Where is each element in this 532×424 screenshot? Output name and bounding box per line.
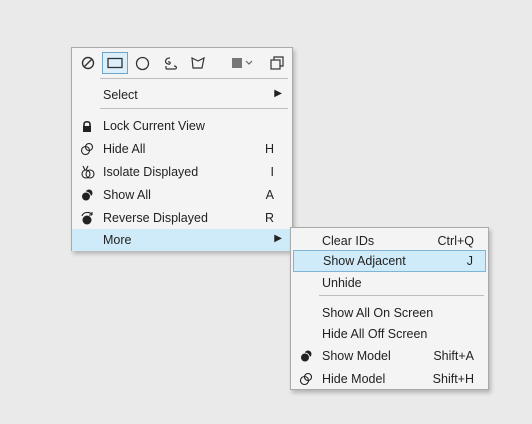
- menu-item-label: Lock Current View: [103, 119, 205, 133]
- submenu-item-show-adjacent[interactable]: Show Adjacent J: [293, 250, 486, 272]
- polygon-select-icon[interactable]: [185, 52, 211, 74]
- freehand-select-icon[interactable]: [157, 52, 183, 74]
- hide-all-icon: [79, 141, 95, 157]
- copy-windows-icon[interactable]: [264, 52, 290, 74]
- menu-item-more[interactable]: More ▶: [72, 229, 292, 251]
- menu-item-lock-current-view[interactable]: Lock Current View: [72, 115, 292, 137]
- menu-item-label: Show All On Screen: [322, 306, 434, 320]
- rectangle-select-icon[interactable]: [102, 52, 128, 74]
- menu-item-label: Unhide: [322, 276, 362, 290]
- circle-select-icon[interactable]: [129, 52, 155, 74]
- submenu-item-hide-all-off-screen[interactable]: Hide All Off Screen: [291, 323, 488, 345]
- show-model-icon: [298, 348, 314, 364]
- menu-item-show-all[interactable]: Show All A: [72, 184, 292, 206]
- menu-item-label: More: [103, 233, 132, 247]
- menu-item-shortcut: Ctrl+Q: [437, 234, 474, 248]
- submenu-item-hide-model[interactable]: Hide Model Shift+H: [291, 368, 488, 390]
- more-submenu: Clear IDs Ctrl+Q Show Adjacent J Unhide …: [290, 227, 489, 390]
- chevron-right-icon: ▶: [274, 88, 282, 99]
- menu-item-shortcut: H: [264, 142, 274, 156]
- menu-item-select[interactable]: Select ▶: [72, 84, 292, 106]
- menu-item-label: Select: [103, 88, 138, 102]
- menu-item-label: Show Adjacent: [323, 254, 406, 268]
- separator: [100, 78, 288, 79]
- chevron-down-icon[interactable]: [242, 52, 256, 74]
- menu-item-shortcut: J: [466, 254, 473, 268]
- menu-item-isolate-displayed[interactable]: Isolate Displayed I: [72, 161, 292, 183]
- isolate-icon: [79, 164, 95, 180]
- menu-item-shortcut: R: [264, 211, 274, 225]
- menu-item-label: Reverse Displayed: [103, 211, 208, 225]
- submenu-item-show-all-on-screen[interactable]: Show All On Screen: [291, 302, 488, 324]
- menu-item-label: Show Model: [322, 349, 391, 363]
- show-all-icon: [79, 187, 95, 203]
- menu-item-label: Hide Model: [322, 372, 386, 386]
- menu-item-label: Clear IDs: [322, 234, 375, 248]
- chevron-right-icon: ▶: [274, 233, 282, 244]
- menu-item-shortcut: Shift+H: [432, 372, 474, 386]
- separator: [319, 295, 484, 296]
- submenu-item-unhide[interactable]: Unhide: [291, 272, 488, 294]
- menu-item-label: Isolate Displayed: [103, 165, 199, 179]
- reverse-icon: [79, 210, 95, 226]
- menu-item-reverse-displayed[interactable]: Reverse Displayed R: [72, 207, 292, 229]
- separator: [100, 108, 288, 109]
- selection-toolbar: [72, 48, 292, 78]
- submenu-item-show-model[interactable]: Show Model Shift+A: [291, 345, 488, 367]
- menu-item-label: Hide All: [103, 142, 146, 156]
- hide-model-icon: [298, 371, 314, 387]
- menu-item-hide-all[interactable]: Hide All H: [72, 138, 292, 160]
- menu-item-shortcut: A: [265, 188, 274, 202]
- context-menu: Select ▶ Lock Current View Hide All H Is…: [71, 47, 293, 251]
- lock-icon: [79, 118, 95, 134]
- menu-item-shortcut: I: [270, 165, 274, 179]
- menu-item-label: Hide All Off Screen: [322, 327, 428, 341]
- menu-item-shortcut: Shift+A: [433, 349, 474, 363]
- submenu-item-clear-ids[interactable]: Clear IDs Ctrl+Q: [291, 230, 488, 252]
- no-selection-icon[interactable]: [75, 52, 101, 74]
- menu-item-label: Show All: [103, 188, 151, 202]
